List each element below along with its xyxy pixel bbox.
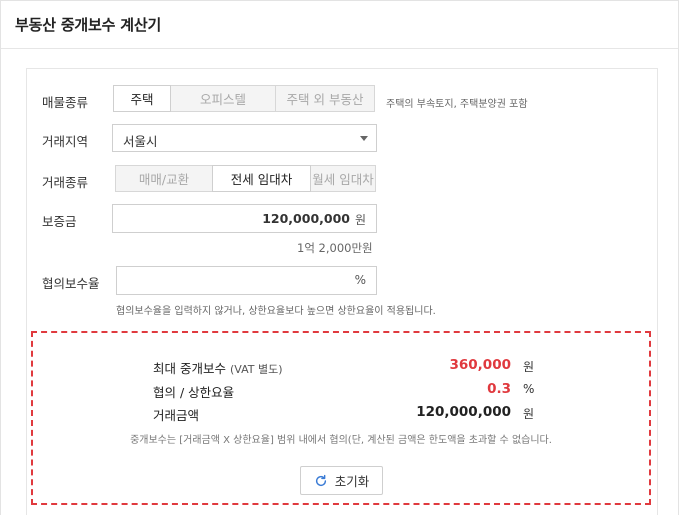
deposit-korean-amount: 1억 2,000만원	[297, 241, 373, 255]
property-type-segment: 주택 오피스텔 주택 외 부동산	[113, 85, 375, 112]
max-fee-value: 360,000	[449, 357, 512, 373]
transaction-type-label: 거래종류	[42, 175, 89, 190]
property-type-option-officetel[interactable]: 오피스텔	[170, 85, 276, 112]
result-box: 최대 중개보수 (VAT 별도) 360,000 원 협의 / 상한요율 0.3…	[31, 331, 651, 505]
rate-unit: %	[523, 382, 535, 396]
transaction-type-option-jeonse[interactable]: 전세 임대차	[212, 165, 311, 192]
agreed-rate-help: 협의보수율을 입력하지 않거나, 상한요율보다 높으면 상한요율이 적용됩니다.	[116, 306, 436, 317]
property-type-option-other[interactable]: 주택 외 부동산	[275, 85, 375, 112]
deposit-label: 보증금	[42, 214, 77, 229]
amount-unit: 원	[523, 407, 535, 421]
reset-button[interactable]: 초기화	[300, 466, 383, 495]
agreed-rate-input[interactable]: %	[116, 266, 377, 295]
max-fee-unit: 원	[523, 360, 535, 374]
transaction-type-option-monthly[interactable]: 월세 임대차	[310, 165, 376, 192]
property-type-option-house[interactable]: 주택	[113, 85, 171, 112]
max-fee-label-text: 최대 중개보수	[153, 361, 226, 376]
refresh-icon	[315, 474, 326, 486]
region-label: 거래지역	[42, 134, 89, 149]
transaction-type-option-sale[interactable]: 매매/교환	[115, 165, 213, 192]
rate-value: 0.3	[487, 381, 511, 397]
amount-label: 거래금액	[153, 408, 200, 423]
agreed-rate-label: 협의보수율	[42, 276, 100, 291]
header: 부동산 중개보수 계산기	[1, 1, 678, 49]
deposit-unit: 원	[354, 213, 366, 227]
region-select[interactable]: 서울시	[112, 124, 377, 152]
property-type-label: 매물종류	[42, 95, 89, 110]
rate-label: 협의 / 상한요율	[153, 385, 235, 400]
amount-value: 120,000,000	[416, 404, 511, 420]
page-title: 부동산 중개보수 계산기	[15, 16, 162, 34]
deposit-input[interactable]: 120,000,000 원	[112, 204, 377, 233]
reset-button-label: 초기화	[334, 474, 370, 489]
agreed-rate-unit: %	[354, 273, 366, 287]
max-fee-label: 최대 중개보수 (VAT 별도)	[153, 358, 283, 377]
property-type-hint: 주택의 부속토지, 주택분양권 포함	[386, 99, 528, 110]
max-fee-vat-note: (VAT 별도)	[229, 363, 283, 376]
transaction-type-segment: 매매/교환 전세 임대차 월세 임대차	[115, 165, 376, 192]
region-value: 서울시	[123, 134, 158, 149]
result-note: 중개보수는 [거래금액 X 상한요율] 범위 내에서 협의(단, 계산된 금액은…	[130, 435, 552, 446]
deposit-value: 120,000,000	[262, 211, 350, 226]
chevron-down-icon	[360, 136, 368, 141]
